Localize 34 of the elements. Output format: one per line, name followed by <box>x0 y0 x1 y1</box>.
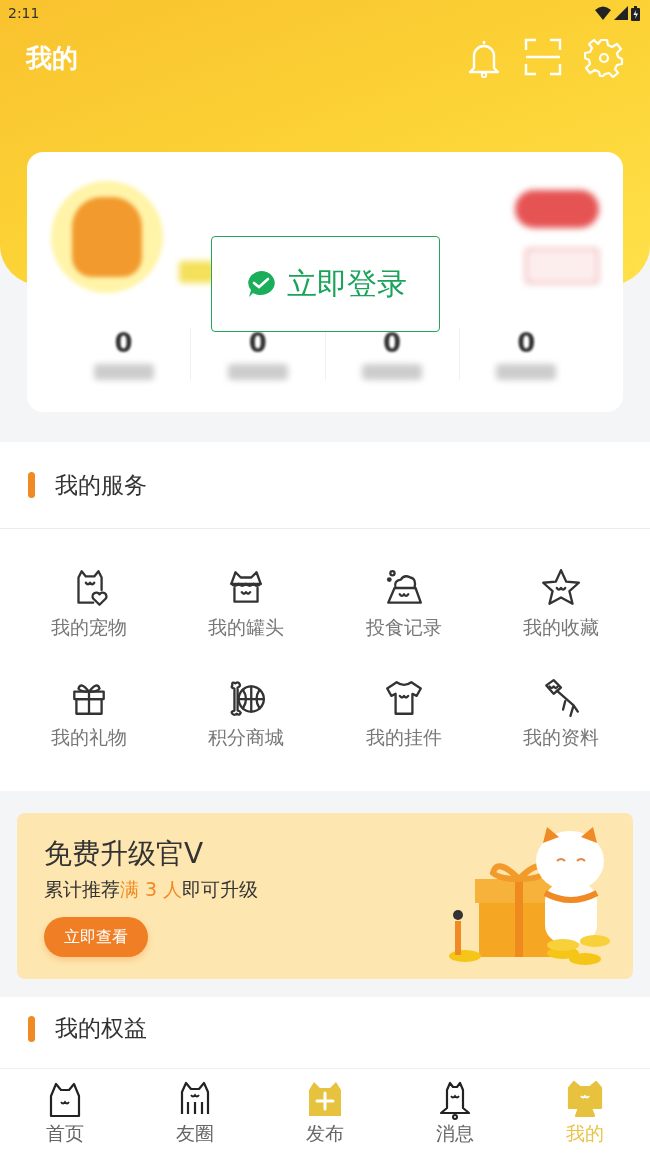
service-item[interactable]: 我的罐头 <box>167 567 325 641</box>
blurred-label <box>227 364 288 380</box>
service-item[interactable]: 我的挂件 <box>325 677 483 751</box>
status-time: 2:11 <box>8 5 40 21</box>
blurred-label <box>496 364 557 380</box>
stat-count: 0 <box>114 328 133 358</box>
tab-item[interactable]: 发布 <box>260 1069 390 1155</box>
section-title: 我的权益 <box>55 1014 147 1043</box>
tab-item[interactable]: 首页 <box>0 1069 130 1155</box>
section-marker <box>28 472 35 498</box>
service-item[interactable]: 我的宠物 <box>10 567 168 641</box>
stat-count: 0 <box>517 328 536 358</box>
tab-item[interactable]: 友圈 <box>130 1069 260 1155</box>
login-button[interactable]: 立即登录 <box>211 236 440 332</box>
service-item[interactable]: 我的收藏 <box>482 567 640 641</box>
service-item[interactable]: 我的礼物 <box>10 677 168 751</box>
promo-subtitle: 累计推荐满 3 人即可升级 <box>44 877 259 902</box>
tab-item[interactable]: 消息 <box>390 1069 520 1155</box>
section-title: 我的服务 <box>55 470 147 500</box>
settings-icon[interactable] <box>584 38 624 78</box>
blurred-label <box>93 364 154 380</box>
promo-title: 免费升级官V <box>44 836 205 872</box>
battery-icon <box>631 5 640 21</box>
service-item[interactable]: 我的资料 <box>482 677 640 751</box>
section-marker <box>28 1015 35 1042</box>
scan-icon[interactable] <box>524 38 562 76</box>
service-item[interactable]: 投食记录 <box>325 567 483 641</box>
view-now-button[interactable]: 立即查看 <box>44 917 148 957</box>
signal-icon <box>614 6 628 20</box>
bell-icon[interactable] <box>466 38 502 78</box>
service-item[interactable]: 积分商城 <box>167 677 325 751</box>
blurred-label <box>362 364 423 380</box>
page-title: 我的 <box>26 41 78 75</box>
wifi-icon <box>595 6 611 20</box>
